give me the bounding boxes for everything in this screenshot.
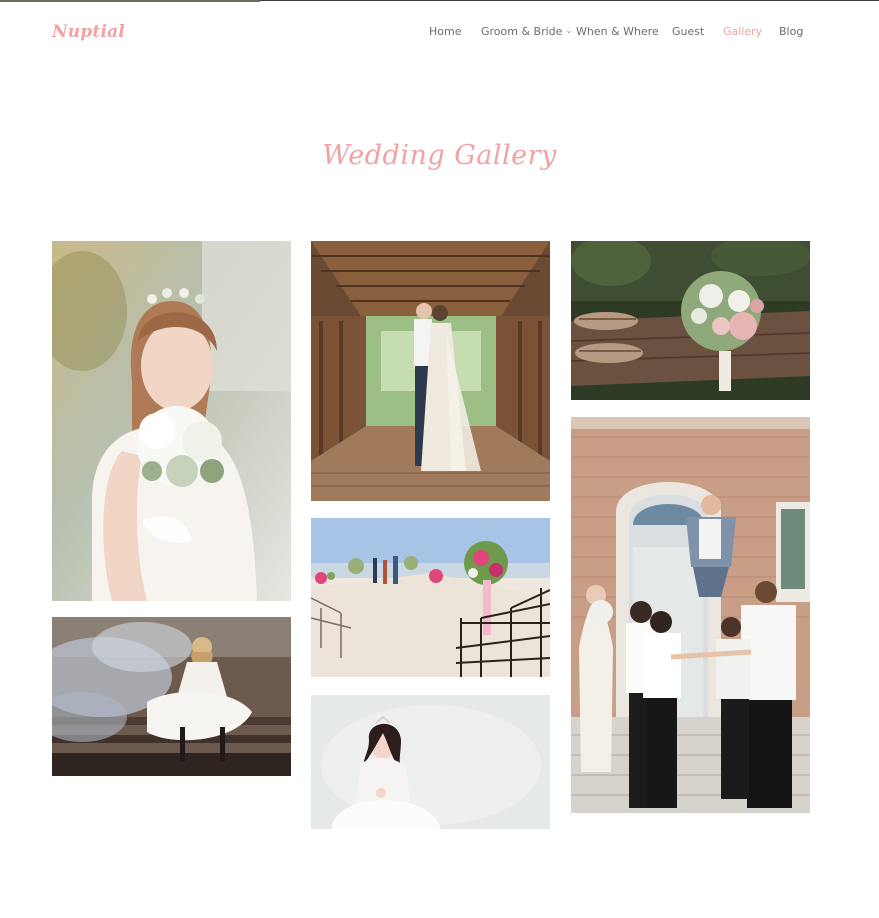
photo-couple-bridge (311, 241, 550, 501)
gallery-photo-bouquet-sandals[interactable] (571, 241, 810, 400)
nav-item-when-where[interactable]: When & Where (576, 25, 659, 38)
gallery-photo-bride-smoke[interactable] (52, 617, 291, 776)
gallery-photo-bride-bouquet[interactable] (52, 241, 291, 601)
photo-ceremony-aisle (311, 518, 550, 677)
nav-item-gallery[interactable]: Gallery (723, 25, 762, 38)
nav-item-groom-bride[interactable]: Groom & Bride ⌄ (481, 25, 572, 38)
photo-bouquet-sandals (571, 241, 810, 400)
photo-groomsmen (571, 417, 810, 813)
gallery-photo-groomsmen[interactable] (571, 417, 810, 813)
nav-item-groom-bride-label: Groom & Bride (481, 25, 563, 38)
nav-item-blog[interactable]: Blog (779, 25, 803, 38)
gallery-photo-bride-portrait[interactable] (311, 695, 550, 829)
nav-item-guest[interactable]: Guest (672, 25, 704, 38)
gallery-photo-ceremony-aisle[interactable] (311, 518, 550, 677)
gallery-photo-couple-bridge[interactable] (311, 241, 550, 501)
page: Nuptial Home Groom & Bride ⌄ When & Where… (0, 0, 879, 918)
photo-bride-smoke (52, 617, 291, 776)
nav-item-home[interactable]: Home (429, 25, 461, 38)
page-title: Wedding Gallery (322, 140, 557, 171)
photo-bride-bouquet (52, 241, 291, 601)
photo-bride-portrait (311, 695, 550, 829)
top-border-accent (0, 0, 260, 2)
chevron-down-icon: ⌄ (565, 26, 573, 35)
main-nav: Home Groom & Bride ⌄ When & Where Guest G… (0, 25, 879, 43)
